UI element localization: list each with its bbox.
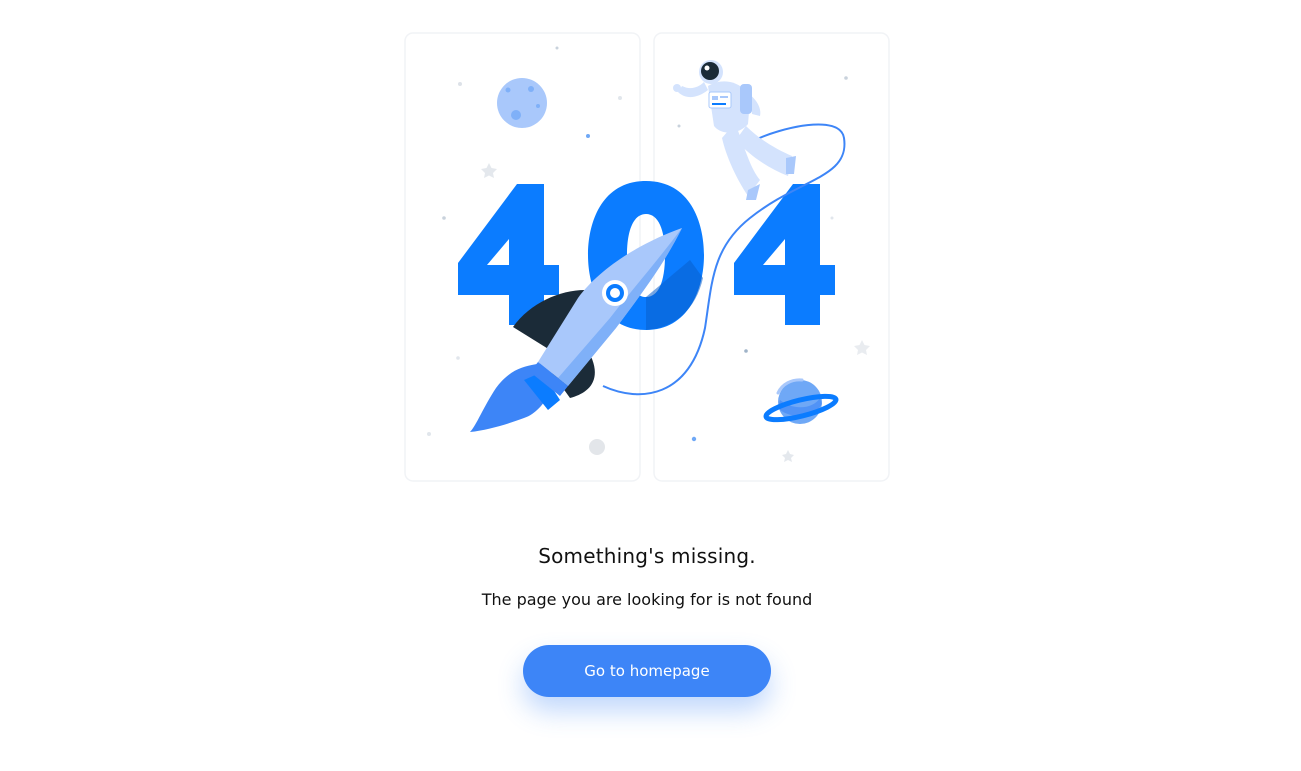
page-subtitle: The page you are looking for is not foun… <box>481 590 813 609</box>
moon-icon <box>497 78 547 128</box>
not-found-page: Something's missing. The page you are lo… <box>0 0 1301 771</box>
small-planet-icon <box>589 439 605 455</box>
page-title: Something's missing. <box>538 544 756 568</box>
illustration-404 <box>404 32 890 482</box>
go-to-homepage-button[interactable]: Go to homepage <box>523 645 771 697</box>
go-to-homepage-label: Go to homepage <box>584 662 710 680</box>
